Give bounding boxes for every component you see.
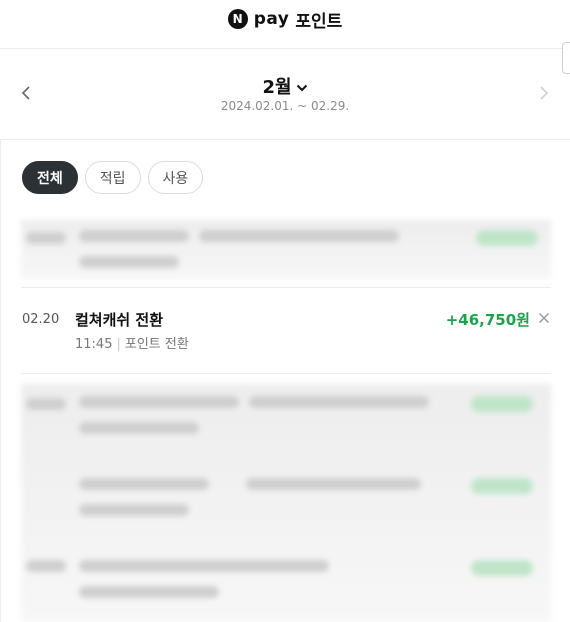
brand-pay: pay [253, 9, 290, 29]
next-month-button[interactable] [535, 82, 553, 104]
redacted-row [21, 384, 551, 622]
app-header: N pay 포인트 [0, 0, 570, 49]
meta-divider: | [116, 337, 121, 352]
transaction-time: 11:45 [75, 337, 113, 352]
redacted-row [21, 220, 551, 280]
filter-use[interactable]: 사용 [147, 161, 204, 194]
month-navigator: 2월 2024.02.01. ~ 02.29. [0, 49, 570, 140]
month-label: 2월 [262, 77, 292, 98]
transaction-date: 02.20 [22, 312, 60, 327]
brand: N pay 포인트 [0, 7, 570, 32]
chevron-right-icon [540, 86, 549, 100]
transaction-type: 포인트 전환 [124, 337, 189, 352]
history-content: 전체 적립 사용 02.20 컬쳐캐쉬 전환 11:45 | 포인트 전환 +46,… [0, 140, 570, 622]
transaction-row[interactable]: 02.20 컬쳐캐쉬 전환 11:45 | 포인트 전환 +46,750원 [21, 287, 551, 374]
month-selector[interactable]: 2월 [0, 73, 570, 99]
naver-logo-icon: N [227, 9, 248, 29]
close-icon[interactable] [538, 312, 550, 324]
filter-earn[interactable]: 적립 [84, 161, 141, 194]
page-title: 포인트 [295, 11, 343, 32]
filter-tabs: 전체 적립 사용 [22, 161, 204, 194]
transaction-title: 컬쳐캐쉬 전환 [75, 311, 164, 329]
transaction-amount: +46,750원 [445, 311, 530, 329]
date-range: 2024.02.01. ~ 02.29. [220, 99, 350, 113]
chevron-down-icon [296, 84, 307, 92]
filter-all[interactable]: 전체 [22, 161, 78, 194]
transaction-meta: 11:45 | 포인트 전환 [75, 333, 189, 352]
